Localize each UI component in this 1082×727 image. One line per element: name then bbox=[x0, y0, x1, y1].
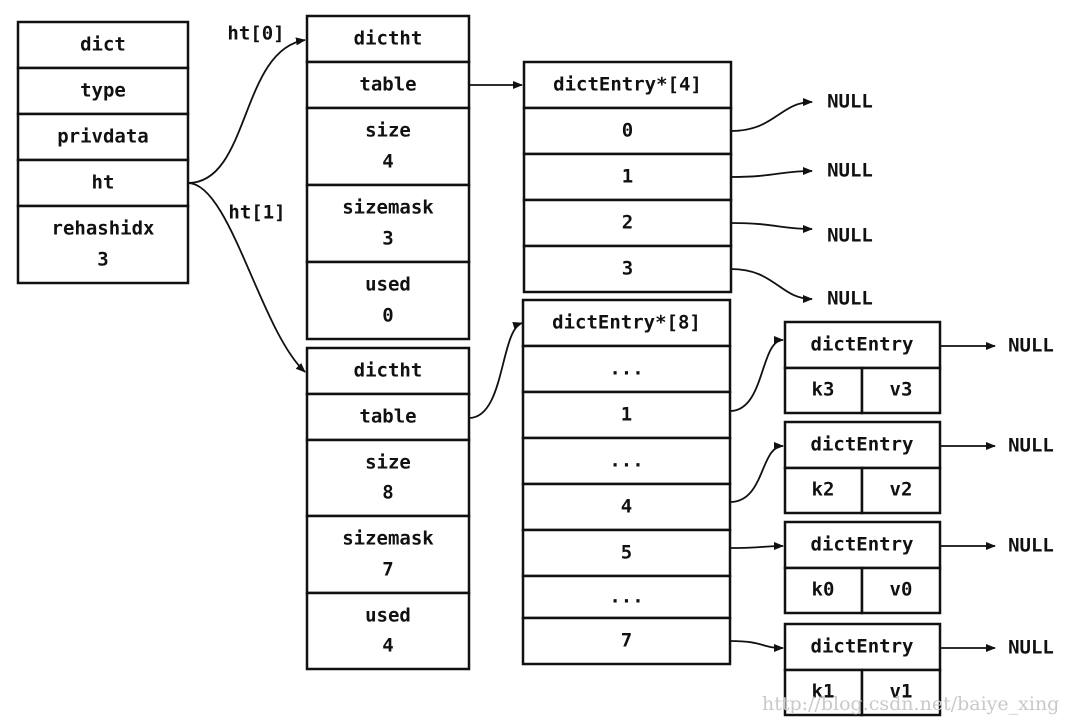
entry-value: v3 bbox=[890, 379, 913, 401]
dict-rehash-diagram: dict type privdata ht rehashidx 3 dictht table s… bbox=[0, 0, 1082, 727]
entry-key: k2 bbox=[812, 479, 835, 501]
entry-key: k3 bbox=[812, 379, 835, 401]
field-value: 4 bbox=[382, 150, 393, 172]
dict-struct-field-ht: ht bbox=[16, 158, 190, 208]
dict-struct: dict type privdata ht rehashidx 3 bbox=[16, 20, 190, 285]
entry-header: dictEntry bbox=[811, 636, 914, 658]
bucket-0-null-arrow bbox=[730, 98, 813, 132]
field-label: table bbox=[359, 406, 416, 428]
field-label: rehashidx bbox=[52, 218, 155, 240]
dictht-0-field-table: table bbox=[305, 60, 471, 110]
null-label: NULL bbox=[827, 288, 873, 310]
dict-entry-2: dictEntry k0 v0 bbox=[783, 520, 942, 615]
field-label: used bbox=[365, 604, 411, 626]
dict-struct-field-rehashidx: rehashidx 3 bbox=[16, 204, 190, 285]
field-label: dict bbox=[80, 34, 126, 56]
field-value: 7 bbox=[382, 558, 393, 580]
dictht-0-field-used: used 0 bbox=[305, 260, 471, 341]
field-label: dictht bbox=[354, 28, 423, 50]
array-header: dictEntry*[8] bbox=[552, 312, 701, 334]
field-label: sizemask bbox=[342, 197, 434, 219]
bucket-3-null-arrow bbox=[730, 268, 813, 303]
dict-struct-field-dict: dict bbox=[16, 20, 190, 70]
bucket-slot-label: 3 bbox=[622, 258, 633, 280]
ht0-label: ht[0] bbox=[227, 23, 284, 45]
bucket-slot-label: 5 bbox=[621, 542, 632, 564]
bucket-slot-label: 1 bbox=[622, 166, 633, 188]
null-label: NULL bbox=[1008, 637, 1054, 659]
dictht-0-field-dictht: dictht bbox=[305, 14, 471, 64]
field-value: 3 bbox=[382, 227, 393, 249]
ht1-label: ht[1] bbox=[228, 202, 285, 224]
bucket-slot-label: 2 bbox=[622, 212, 633, 234]
null-label: NULL bbox=[827, 225, 873, 247]
dictht-1-field-dictht: dictht bbox=[305, 346, 471, 396]
dict-struct-field-type: type bbox=[16, 66, 190, 116]
field-value: 8 bbox=[382, 482, 393, 504]
watermark: http://blog.csdn.net/baiye_xing bbox=[762, 693, 1059, 715]
field-label: type bbox=[80, 80, 126, 102]
bucket-slot-label: ... bbox=[609, 450, 643, 472]
dictht-1-field-size: size 8 bbox=[305, 438, 471, 518]
bucket-entry-arrow-0 bbox=[729, 336, 784, 412]
entry-value: v0 bbox=[890, 579, 913, 601]
dict-struct-field-privdata: privdata bbox=[16, 112, 190, 162]
dict-entry-1: dictEntry k2 v2 bbox=[783, 420, 942, 515]
dictht-0: dictht table size 4 sizemask 3 used 0 bbox=[305, 14, 471, 341]
bucket-entry-arrow-1 bbox=[729, 442, 784, 503]
field-label: size bbox=[365, 451, 411, 473]
null-label: NULL bbox=[827, 160, 873, 182]
dictht-1-field-sizemask: sizemask 7 bbox=[305, 514, 471, 595]
dictht-1: dictht table size 8 sizemask 7 used 4 bbox=[305, 346, 471, 671]
bucket-slot-label: ... bbox=[609, 358, 643, 380]
field-value: 4 bbox=[382, 635, 393, 657]
entry-header: dictEntry bbox=[811, 534, 914, 556]
bucket-array-1: dictEntry*[8]... 1... 4 5... 7 bbox=[521, 298, 732, 666]
bucket-entry-arrow-3 bbox=[729, 640, 784, 652]
entry-key: k0 bbox=[812, 579, 835, 601]
array-header: dictEntry*[4] bbox=[553, 74, 702, 96]
bucket-1-null-arrow bbox=[730, 167, 813, 178]
null-label: NULL bbox=[1008, 535, 1054, 557]
bucket-array-0: dictEntry*[4] 0 1 2 3 bbox=[522, 60, 733, 294]
bucket-slot-label: 4 bbox=[621, 496, 632, 518]
dictht-0-field-size: size 4 bbox=[305, 106, 471, 187]
dictht-1-field-used: used 4 bbox=[305, 591, 471, 671]
dict-entry-0: dictEntry k3 v3 bbox=[783, 320, 942, 415]
field-label: size bbox=[365, 120, 411, 142]
diagram-svg: dict type privdata ht rehashidx 3 dictht table s… bbox=[16, 14, 1059, 717]
field-label: sizemask bbox=[342, 528, 434, 550]
bucket-slot-label: ... bbox=[609, 586, 643, 608]
field-label: table bbox=[359, 74, 416, 96]
field-label: dictht bbox=[354, 360, 423, 382]
entry-value: v2 bbox=[890, 479, 913, 501]
entry-header: dictEntry bbox=[811, 334, 914, 356]
dictht-0-field-sizemask: sizemask 3 bbox=[305, 183, 471, 264]
null-label: NULL bbox=[1008, 335, 1054, 357]
bucket-entry-arrow-2 bbox=[729, 542, 784, 551]
null-label: NULL bbox=[1008, 435, 1054, 457]
entry-header: dictEntry bbox=[811, 434, 914, 456]
table1-pointer-arrow bbox=[468, 321, 523, 419]
field-value: 0 bbox=[382, 304, 393, 326]
field-label: used bbox=[365, 274, 411, 296]
field-value: 3 bbox=[97, 248, 108, 270]
bucket-2-null-arrow bbox=[730, 222, 813, 233]
dictht-1-field-table: table bbox=[305, 392, 471, 442]
null-label: NULL bbox=[827, 91, 873, 113]
bucket-slot-label: 0 bbox=[622, 120, 633, 142]
field-label: privdata bbox=[57, 126, 149, 148]
bucket-slot-label: 7 bbox=[621, 630, 632, 652]
field-label: ht bbox=[92, 172, 115, 194]
bucket-slot-label: 1 bbox=[621, 404, 632, 426]
ht0-pointer-arrow bbox=[187, 37, 306, 184]
